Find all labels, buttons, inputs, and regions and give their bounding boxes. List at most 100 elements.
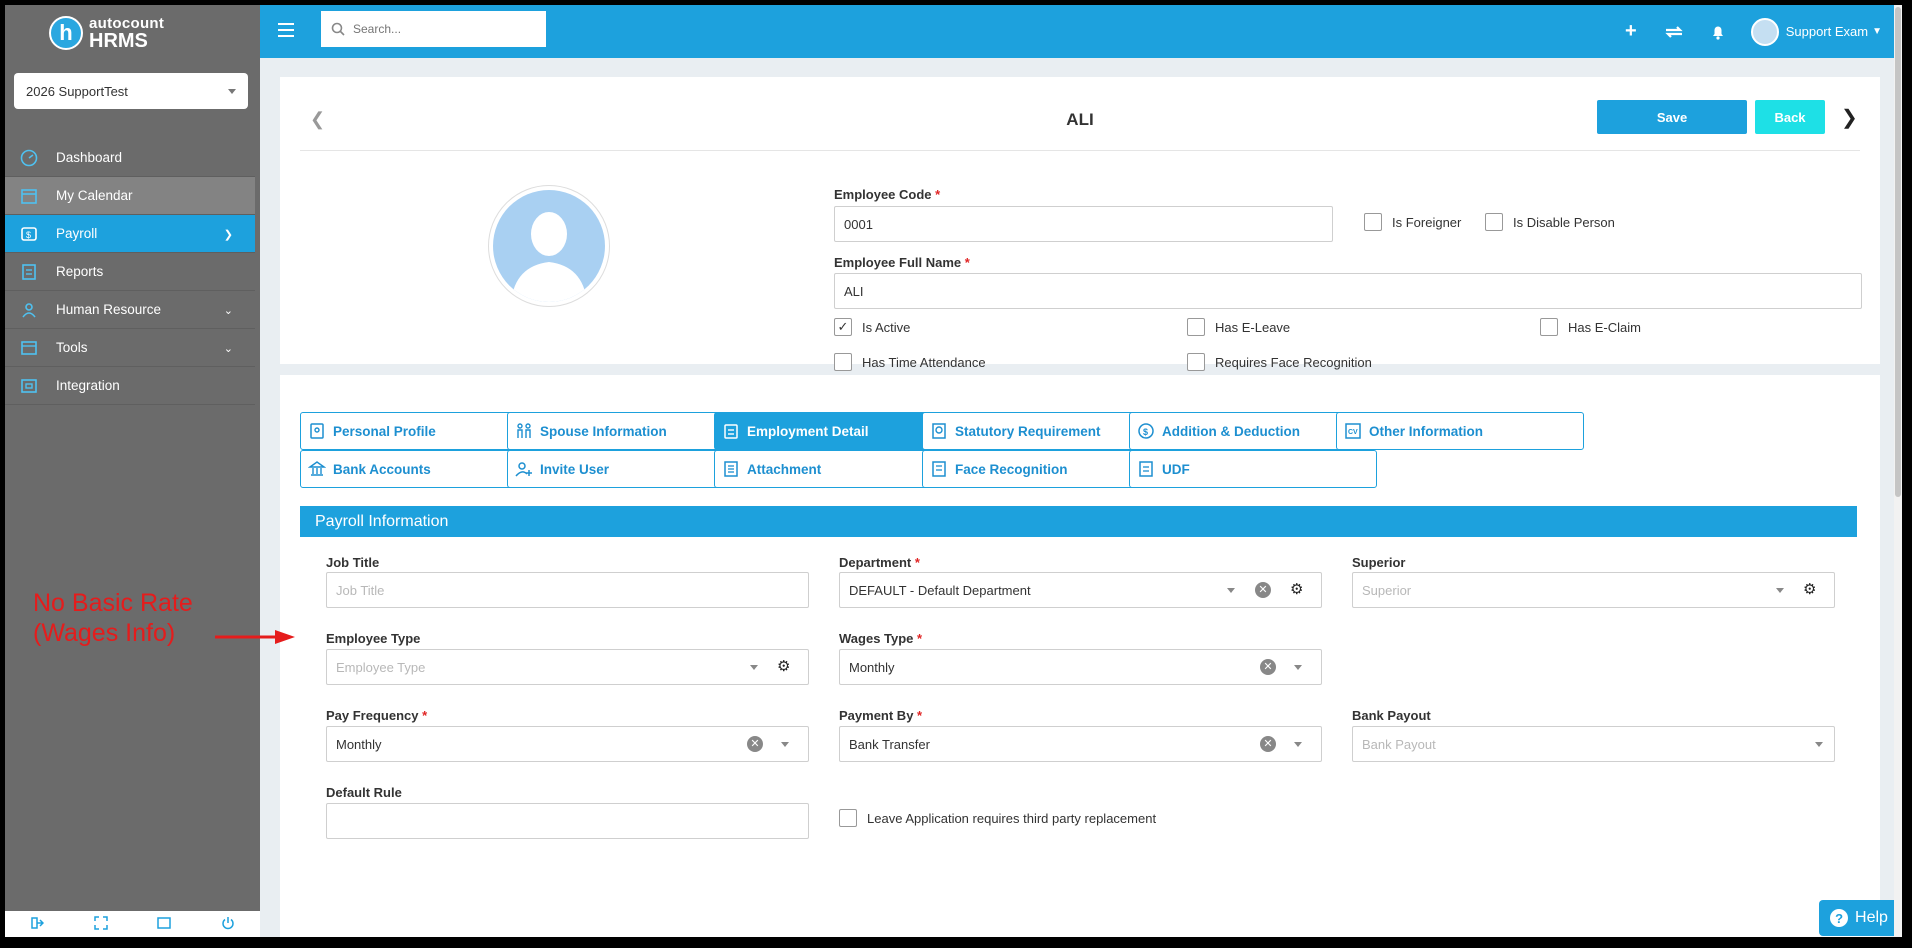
face-recognition-icon [929, 459, 949, 479]
sidebar-item-my-calendar[interactable]: My Calendar [5, 177, 255, 215]
gear-icon[interactable]: ⚙ [1290, 580, 1303, 598]
bell-icon[interactable] [1711, 24, 1725, 40]
employee-header-card: ❮ ALI Save Back ❯ Employee Code * 0001 I… [280, 77, 1880, 371]
bank-payout-label: Bank Payout [1352, 708, 1431, 723]
chevron-down-icon [1294, 665, 1302, 670]
job-title-input[interactable]: Job Title [326, 572, 809, 608]
leave-replacement-checkbox[interactable]: Leave Application requires third party r… [839, 809, 1156, 827]
payment-by-select[interactable]: Bank Transfer ✕ [839, 726, 1322, 762]
sidebar-item-label: Integration [56, 378, 120, 393]
spouse-icon [514, 421, 534, 441]
logo: h autocount HRMS [5, 5, 260, 61]
sidebar-item-dashboard[interactable]: Dashboard [5, 139, 255, 177]
is-disable-person-checkbox[interactable]: Is Disable Person [1485, 213, 1615, 231]
attachment-icon [721, 459, 741, 479]
gear-icon[interactable]: ⚙ [1803, 580, 1816, 598]
chevron-down-icon [750, 665, 758, 670]
next-record-icon[interactable]: ❯ [1841, 105, 1858, 130]
wages-type-select[interactable]: Monthly ✕ [839, 649, 1322, 685]
clear-icon[interactable]: ✕ [1255, 582, 1271, 598]
chevron-down-icon: ⌄ [223, 343, 233, 355]
department-select-value: DEFAULT - Default Department [849, 582, 1031, 598]
details-card: Personal Profile Spouse Information Empl… [280, 375, 1880, 937]
user-name: Support Exam [1785, 24, 1869, 39]
user-menu[interactable]: Support Exam ▼ [1750, 17, 1882, 46]
clear-icon[interactable]: ✕ [1260, 736, 1276, 752]
tab-udf[interactable]: UDF [1129, 450, 1377, 488]
human-resource-icon [19, 300, 39, 320]
department-label: Department * [839, 555, 920, 570]
employee-type-select[interactable]: Employee Type ⚙ [326, 649, 809, 685]
wages-type-label: Wages Type * [839, 631, 923, 646]
employee-code-input[interactable]: 0001 [834, 206, 1333, 242]
has-time-attendance-checkbox[interactable]: Has Time Attendance [834, 353, 986, 371]
sidebar-item-label: Tools [56, 340, 88, 355]
clear-icon[interactable]: ✕ [747, 736, 763, 752]
sidebar: h autocount HRMS 2026 SupportTest Dashbo… [5, 5, 260, 937]
chevron-down-icon: ⌄ [223, 305, 233, 317]
back-button[interactable]: Back [1755, 100, 1825, 134]
invite-user-icon [514, 459, 534, 479]
job-title-label: Job Title [326, 555, 380, 570]
superior-select[interactable]: Superior ⚙ [1352, 572, 1835, 608]
hamburger-menu-icon[interactable] [278, 23, 294, 41]
employee-code-label: Employee Code * [834, 187, 941, 202]
has-e-claim-checkbox[interactable]: Has E-Claim [1540, 318, 1641, 336]
bank-payout-select[interactable]: Bank Payout [1352, 726, 1835, 762]
search-icon [331, 22, 345, 36]
udf-icon [1136, 459, 1156, 479]
department-select[interactable]: DEFAULT - Default Department ✕ ⚙ [839, 572, 1322, 608]
payment-by-label: Payment By * [839, 708, 923, 723]
sidebar-footer [5, 911, 260, 937]
help-button[interactable]: ? Help [1819, 900, 1899, 936]
chevron-down-icon [1294, 742, 1302, 747]
is-active-checkbox[interactable]: ✓ Is Active [834, 318, 910, 336]
clear-icon[interactable]: ✕ [1260, 659, 1276, 675]
company-select[interactable]: 2026 SupportTest [14, 73, 248, 109]
reports-icon [19, 262, 39, 282]
company-select-value: 2026 SupportTest [26, 83, 128, 99]
logout-icon[interactable] [30, 916, 44, 933]
annotation-arrow-icon [215, 630, 295, 644]
sidebar-item-label: Payroll [56, 226, 98, 241]
employee-full-name-input[interactable]: ALI [834, 273, 1862, 309]
wages-type-select-value: Monthly [849, 659, 895, 675]
calendar-icon [19, 186, 39, 206]
sidebar-item-payroll[interactable]: $ Payroll ❯ [5, 215, 255, 253]
sync-icon[interactable] [1663, 23, 1685, 41]
requires-face-recognition-checkbox[interactable]: Requires Face Recognition [1187, 353, 1372, 371]
scrollbar[interactable] [1894, 5, 1902, 937]
chevron-down-icon [781, 742, 789, 747]
sidebar-item-human-resource[interactable]: Human Resource ⌄ [5, 291, 255, 329]
pay-frequency-label: Pay Frequency * [326, 708, 428, 723]
add-icon[interactable]: + [1625, 20, 1637, 43]
search-box[interactable] [321, 11, 546, 47]
logo-mark: h [49, 16, 83, 50]
pay-frequency-select-value: Monthly [336, 736, 382, 752]
employee-photo[interactable] [488, 185, 610, 307]
sidebar-item-reports[interactable]: Reports [5, 253, 255, 291]
chevron-down-icon [1227, 588, 1235, 593]
app-window: h autocount HRMS 2026 SupportTest Dashbo… [5, 5, 1902, 937]
power-icon[interactable] [221, 916, 235, 933]
sidebar-item-tools[interactable]: Tools ⌄ [5, 329, 255, 367]
chevron-down-icon [1776, 588, 1784, 593]
tab-other-information[interactable]: CV Other Information [1336, 412, 1584, 450]
is-foreigner-checkbox[interactable]: Is Foreigner [1364, 213, 1461, 231]
save-button[interactable]: Save [1597, 100, 1747, 134]
logo-top-text: autocount [89, 14, 165, 32]
sidebar-item-label: Human Resource [56, 302, 162, 317]
tools-icon [19, 338, 39, 358]
employee-type-select-value: Employee Type [336, 659, 426, 675]
search-input[interactable] [353, 22, 523, 36]
employee-full-name-label: Employee Full Name * [834, 255, 970, 270]
language-icon[interactable] [157, 916, 172, 933]
gear-icon[interactable]: ⚙ [777, 657, 790, 675]
employee-type-label: Employee Type [326, 631, 421, 646]
pay-frequency-select[interactable]: Monthly ✕ [326, 726, 809, 762]
fullscreen-icon[interactable] [93, 915, 108, 933]
employment-icon [721, 421, 741, 441]
has-e-leave-checkbox[interactable]: Has E-Leave [1187, 318, 1290, 336]
default-rule-select[interactable] [326, 803, 809, 839]
sidebar-item-integration[interactable]: Integration [5, 367, 255, 405]
